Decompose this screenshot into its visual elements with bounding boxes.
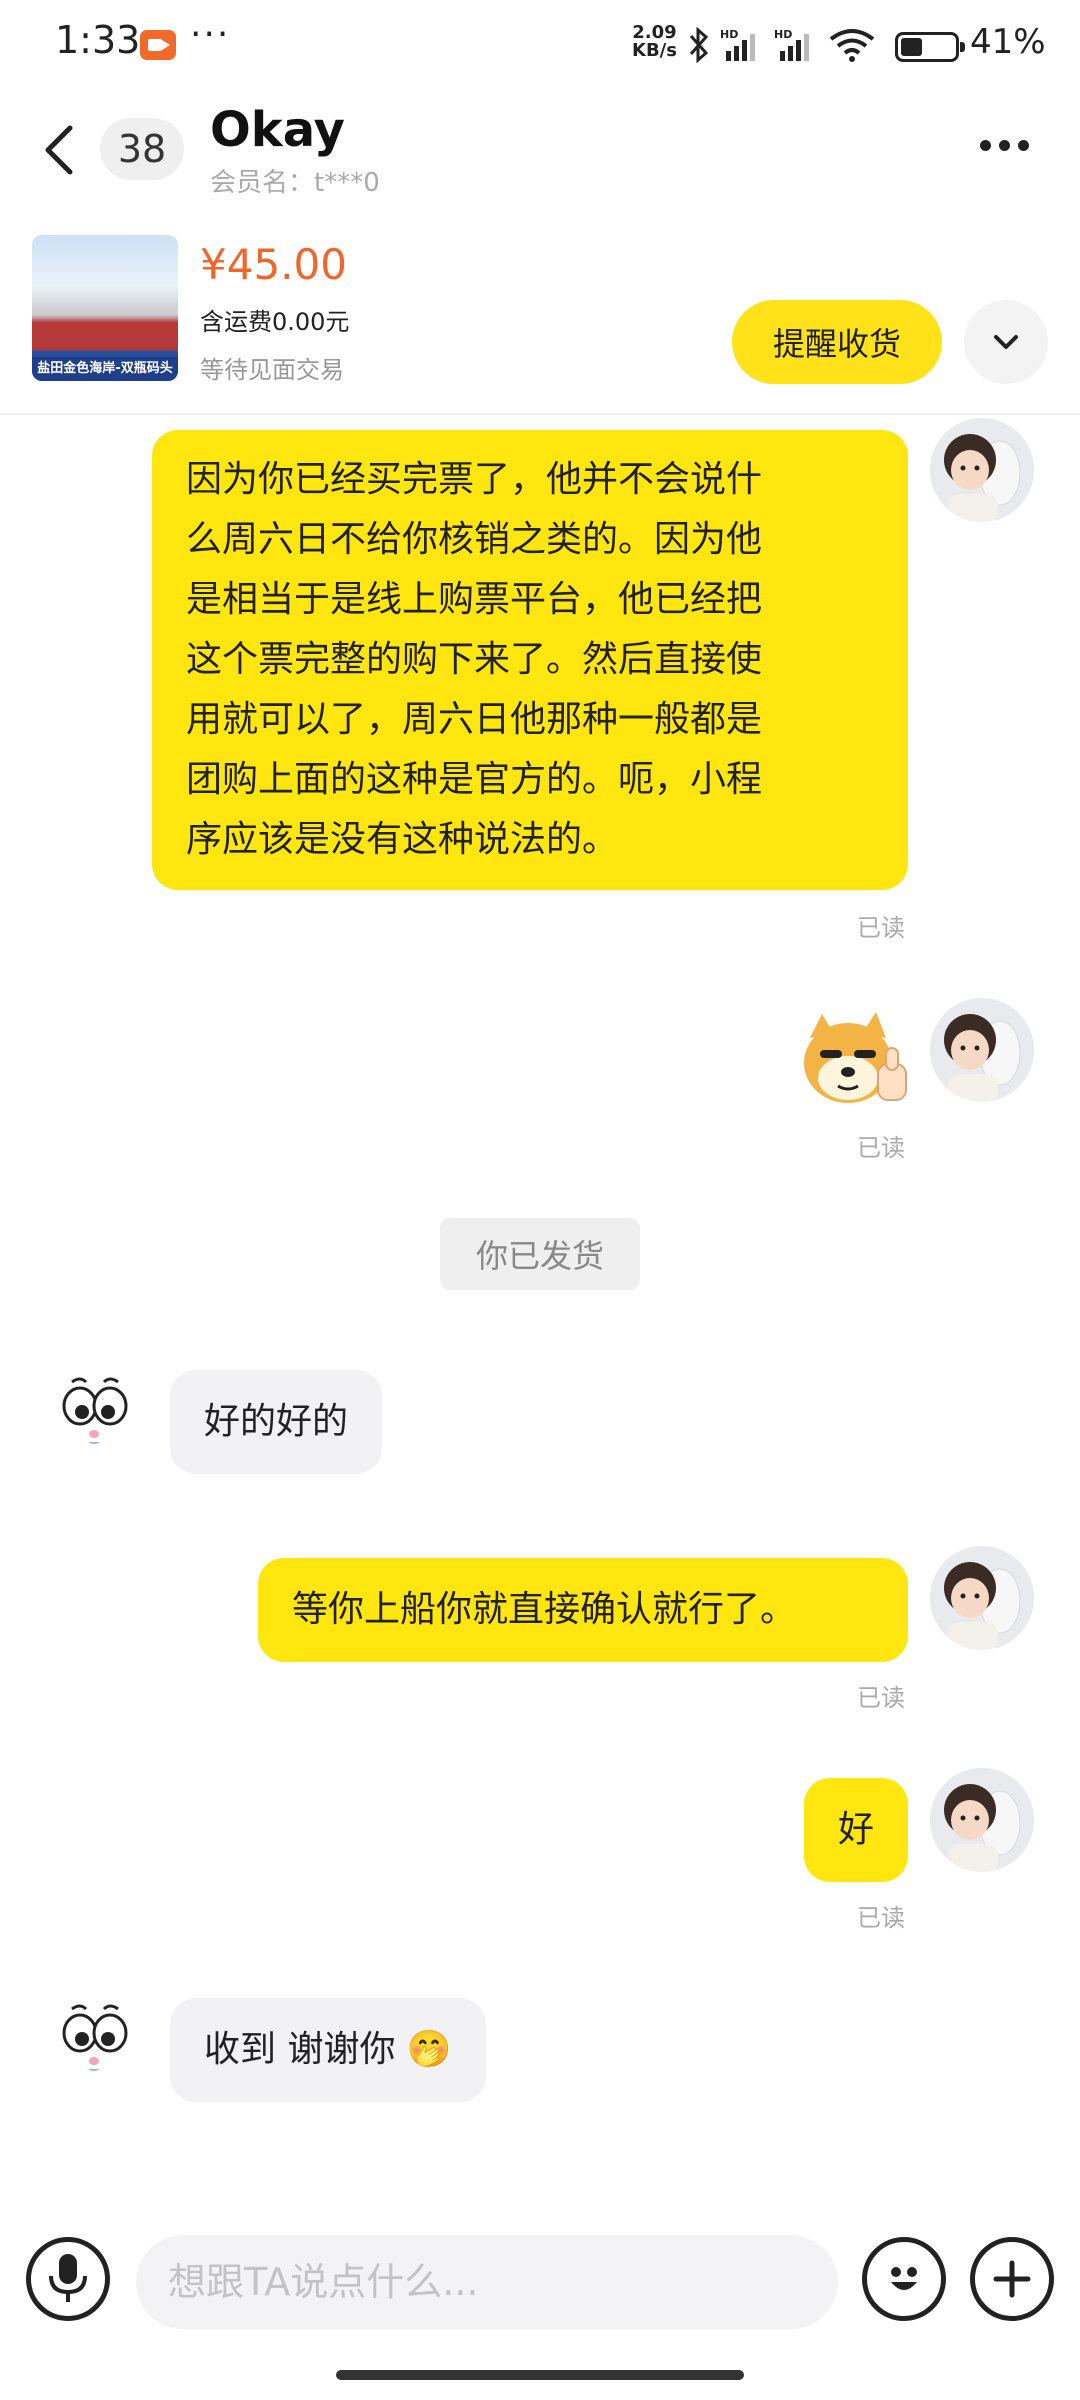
product-thumbnail[interactable]: 盐田金色海岸-双瓶码头 [32, 235, 178, 381]
my-avatar[interactable] [930, 998, 1034, 1102]
message-text: 等你上船你就直接确认就行了。 [292, 1589, 797, 1630]
message-bubble-me[interactable]: 等你上船你就直接确认就行了。 [258, 1558, 908, 1662]
video-app-icon [140, 30, 176, 60]
message-line: 用就可以了，周六日他那种一般都是 [186, 699, 763, 740]
read-receipt: 已读 [857, 1134, 905, 1162]
cartoon-face-avatar [46, 1368, 150, 1472]
microphone-icon [49, 2254, 87, 2302]
network-speed-unit: KB/s [632, 40, 677, 61]
member-name: 会员名：t***0 [210, 168, 380, 198]
other-avatar[interactable] [46, 1995, 150, 2099]
read-receipt: 已读 [857, 1684, 905, 1712]
battery-level [901, 38, 922, 56]
message-bubble-other[interactable]: 收到 谢谢你 🤭 [170, 1998, 486, 2102]
smiley-icon [891, 2267, 917, 2290]
bluetooth-icon [689, 27, 709, 63]
message-bubble-me[interactable]: 好 [804, 1778, 908, 1882]
voice-button[interactable] [26, 2237, 110, 2321]
chat-title: Okay [210, 102, 345, 158]
emoji-button[interactable] [862, 2237, 946, 2321]
my-avatar[interactable] [930, 1768, 1034, 1872]
message-line: 么周六日不给你核销之类的。因为他 [186, 519, 763, 560]
plus-button[interactable] [970, 2237, 1054, 2321]
home-indicator[interactable] [336, 2370, 744, 2380]
more-horizontal-icon [980, 139, 991, 151]
network-label-1: HD [720, 28, 738, 41]
expand-button[interactable] [964, 300, 1048, 384]
child-photo-avatar [930, 418, 1034, 522]
message-line: 因为你已经买完票了，他并不会说什 [186, 459, 763, 500]
wifi-icon [829, 29, 875, 62]
other-avatar[interactable] [46, 1368, 150, 1472]
plus-icon [993, 2260, 1031, 2298]
unread-count-badge[interactable]: 38 [100, 118, 184, 180]
message-line: 是相当于是线上购票平台，他已经把 [186, 579, 763, 620]
shipping-info: 含运费0.00元 [200, 308, 350, 336]
status-icons: HD HD [688, 22, 876, 68]
read-receipt: 已读 [857, 1904, 905, 1932]
my-avatar[interactable] [930, 418, 1034, 522]
network-label-2: HD [774, 28, 792, 41]
more-button[interactable] [980, 130, 1040, 160]
cartoon-face-avatar [46, 1995, 150, 2099]
product-price: ¥45.00 [200, 240, 347, 289]
thumbnail-caption: 盐田金色海岸-双瓶码头 [32, 357, 178, 381]
message-input[interactable] [136, 2235, 838, 2329]
product-card[interactable]: 盐田金色海岸-双瓶码头 ¥45.00 含运费0.00元 等待见面交易 提醒收货 [0, 220, 1080, 415]
status-time: 1:33 [55, 18, 141, 62]
signal-icon: HD [720, 28, 755, 61]
signal-icon-2: HD [774, 28, 809, 61]
message-text: 好的好的 [204, 1401, 349, 1442]
battery-icon [895, 32, 965, 62]
read-receipt: 已读 [857, 914, 905, 942]
more-notifications-icon: ··· [190, 14, 231, 55]
trade-status: 等待见面交易 [200, 356, 344, 384]
message-line: 团购上面的这种是官方的。呃，小程 [186, 759, 763, 800]
back-button[interactable] [40, 120, 80, 180]
message-bubble-me[interactable]: 因为你已经买完票了，他并不会说什 么周六日不给你核销之类的。因为他 是相当于是线… [152, 430, 908, 890]
remind-receipt-button[interactable]: 提醒收货 [732, 300, 942, 384]
message-text: 好 [837, 1809, 874, 1850]
chevron-down-icon [994, 335, 1018, 349]
network-speed: 2.09 KB/s [632, 24, 677, 60]
shy-emoji-icon: 🤭 [406, 2029, 452, 2070]
message-bubble-other[interactable]: 好的好的 [170, 1370, 383, 1474]
battery-percent: 41% [970, 22, 1046, 62]
status-bar: 1:33 ··· 2.09 KB/s HD HD 41% [0, 0, 1080, 90]
input-bar [0, 2225, 1080, 2335]
message-line: 这个票完整的购下来了。然后直接使 [186, 639, 763, 680]
doge-thumbs-up-sticker[interactable] [800, 1008, 910, 1108]
my-avatar[interactable] [930, 1546, 1034, 1650]
message-text: 收到 谢谢你 [204, 2029, 396, 2070]
chat-header: 38 Okay 会员名：t***0 [0, 90, 1080, 210]
chevron-left-icon [45, 125, 73, 175]
system-message-shipped: 你已发货 [440, 1218, 640, 1290]
message-line: 序应该是没有这种说法的。 [186, 819, 619, 860]
